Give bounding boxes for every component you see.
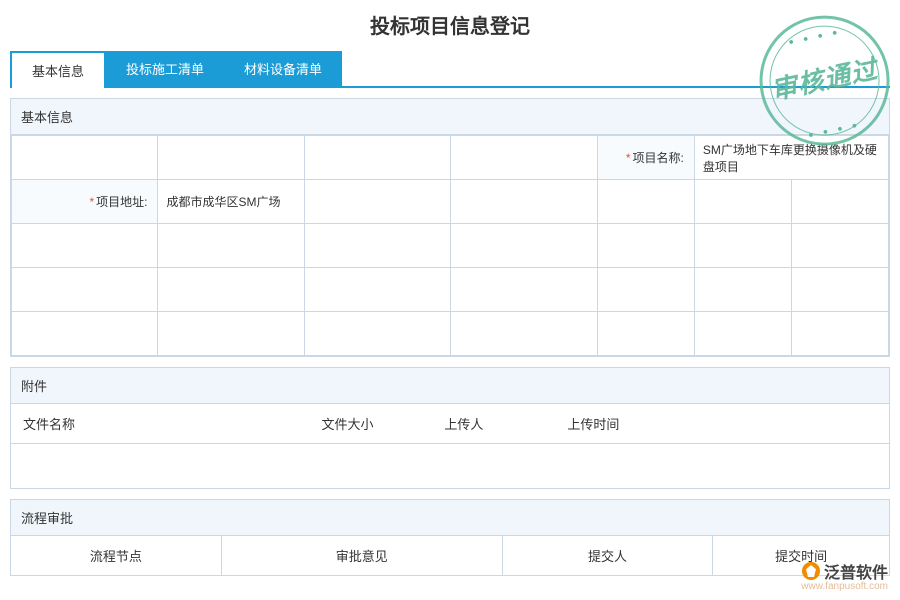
tab-materials-list[interactable]: 材料设备清单 (224, 51, 342, 86)
approval-header: 流程审批 (11, 500, 889, 536)
project-address-value: 成都市成华区SM广场 (158, 180, 304, 224)
watermark-url: www.fanpusoft.com (801, 581, 888, 592)
approval-columns: 流程节点 审批意见 提交人 提交时间 (11, 536, 889, 575)
basic-info-header: 基本信息 (11, 99, 889, 135)
attachments-columns: 文件名称 文件大小 上传人 上传时间 (11, 404, 889, 444)
project-name-value: SM广场地下车库更换摄像机及硬盘项目 (694, 136, 888, 180)
col-upload-time: 上传时间 (555, 404, 731, 443)
attachments-section: 附件 文件名称 文件大小 上传人 上传时间 (10, 367, 890, 489)
project-address-label: *项目地址: (12, 180, 158, 224)
tab-construction-list[interactable]: 投标施工清单 (106, 51, 224, 86)
col-file-size: 文件大小 (310, 404, 433, 443)
col-opinion: 审批意见 (222, 536, 503, 575)
col-submitter: 提交人 (503, 536, 714, 575)
tab-basic-info[interactable]: 基本信息 (10, 51, 106, 88)
col-uploader: 上传人 (432, 404, 555, 443)
attachments-body (11, 444, 889, 488)
col-file-name: 文件名称 (11, 404, 310, 443)
attachments-header: 附件 (11, 368, 889, 404)
approval-section: 流程审批 流程节点 审批意见 提交人 提交时间 (10, 499, 890, 576)
col-submit-time: 提交时间 (713, 536, 889, 575)
project-name-label: *项目名称: (597, 136, 694, 180)
tabs-bar: 基本信息 投标施工清单 材料设备清单 (10, 51, 890, 88)
basic-info-table: *项目名称: SM广场地下车库更换摄像机及硬盘项目 *项目地址: 成都市成华区S… (11, 135, 889, 356)
required-asterisk: * (89, 195, 94, 209)
page-title: 投标项目信息登记 (0, 0, 900, 51)
required-asterisk: * (626, 151, 631, 165)
col-node: 流程节点 (11, 536, 222, 575)
basic-info-section: 基本信息 *项目名称: SM广场地下车库更换摄像机及硬盘项目 *项目地址: 成都… (10, 98, 890, 357)
